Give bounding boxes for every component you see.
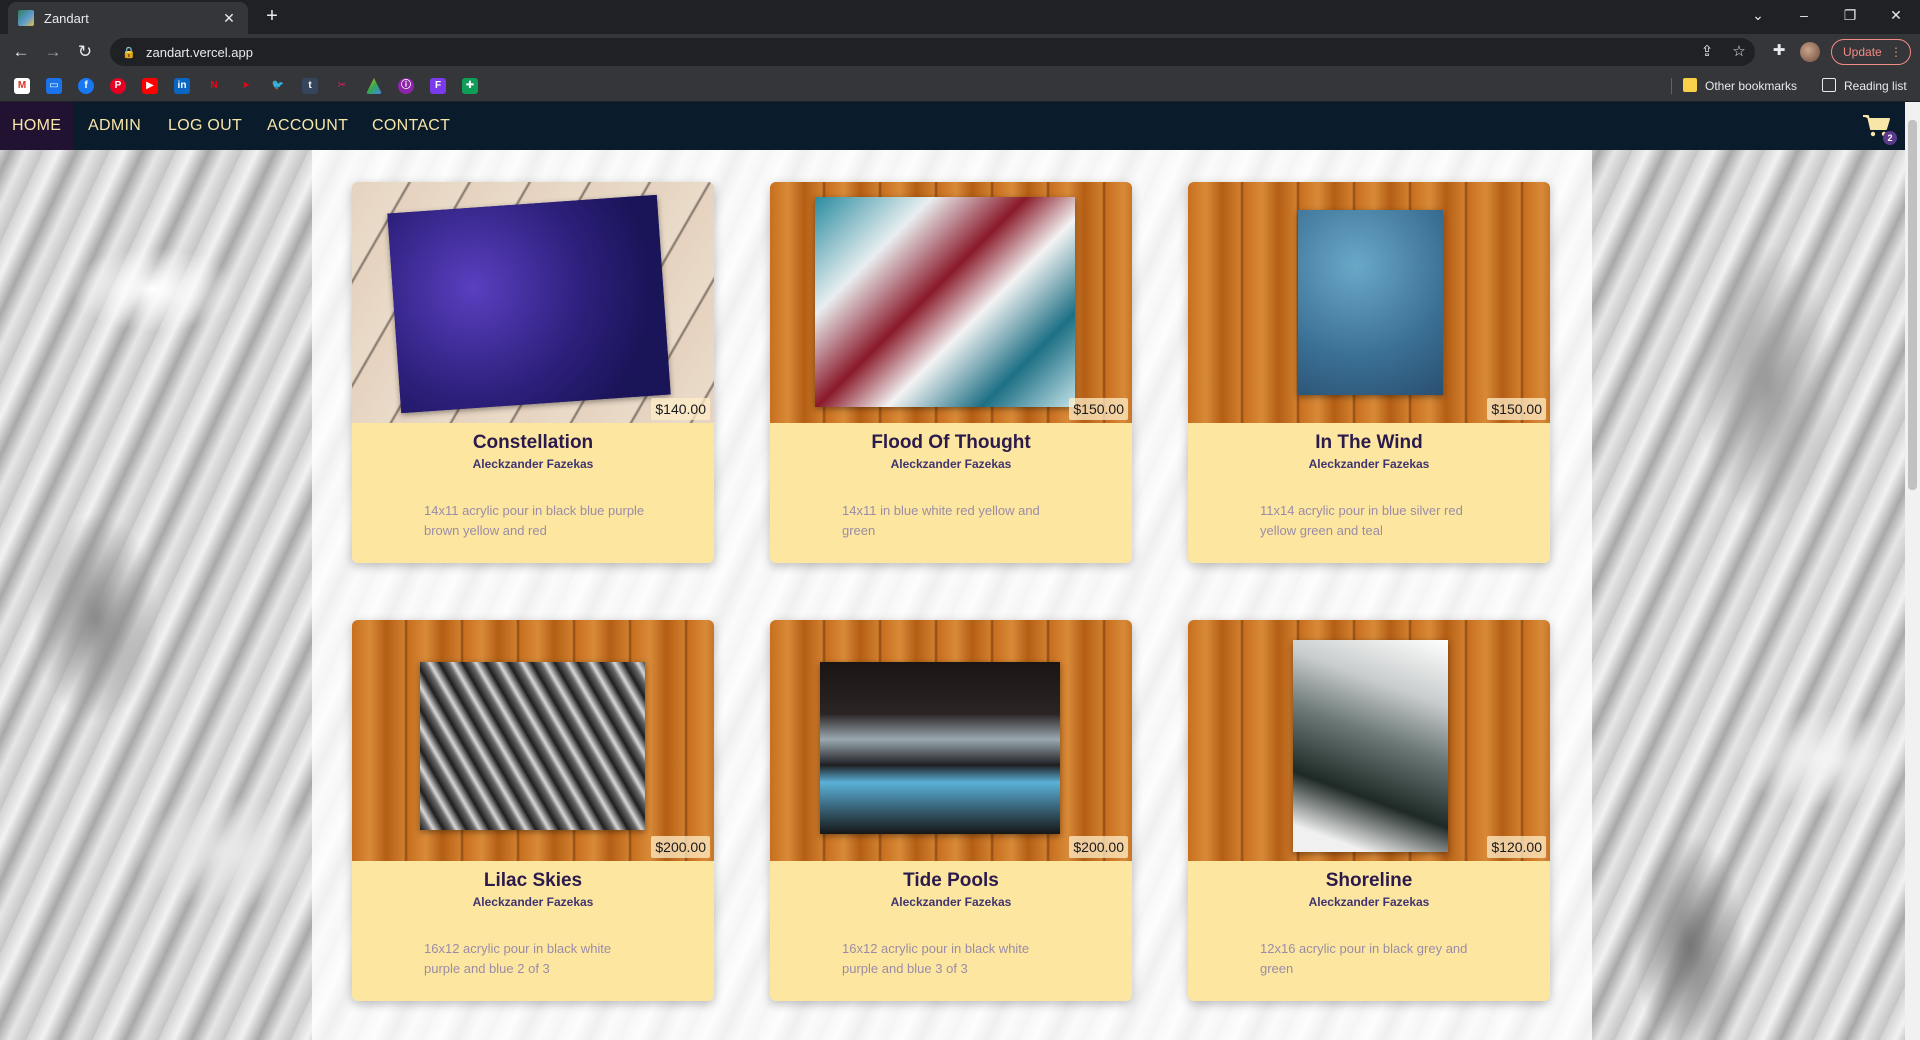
product-image[interactable] [770, 620, 1132, 861]
forward-icon[interactable]: → [42, 41, 64, 63]
product-description: 11x14 acrylic pour in blue silver red ye… [1260, 503, 1463, 538]
tab-title: Zandart [44, 10, 89, 26]
nav-logout-link[interactable]: LOG OUT [168, 102, 242, 150]
price-tag: $150.00 [1069, 398, 1128, 420]
facebook-bookmark-icon[interactable]: f [78, 78, 94, 94]
more-menu-icon[interactable]: ⋮ [1890, 40, 1902, 64]
product-description: 16x12 acrylic pour in black white purple… [424, 941, 612, 976]
product-artist: Aleckzander Fazekas [472, 457, 594, 471]
product-title[interactable]: Shoreline [1188, 870, 1550, 892]
product-card[interactable]: $140.00 Constellation Aleckzander Fazeka… [352, 182, 714, 563]
nav-admin-link[interactable]: ADMIN [88, 102, 141, 150]
window-close-icon[interactable]: ✕ [1873, 4, 1919, 26]
address-bar[interactable]: 🔒 zandart.vercel.app ⇪ ☆ [110, 38, 1755, 66]
product-description: 16x12 acrylic pour in black white purple… [842, 941, 1030, 976]
product-grid: $140.00 Constellation Aleckzander Fazeka… [312, 150, 1592, 1040]
lock-icon: 🔒 [122, 46, 136, 59]
price-tag: $200.00 [651, 836, 710, 858]
product-artist: Aleckzander Fazekas [1308, 895, 1430, 909]
product-card[interactable]: $120.00 Shoreline Aleckzander Fazekas 12… [1188, 620, 1550, 1001]
product-description: 12x16 acrylic pour in black grey and gre… [1260, 941, 1468, 976]
product-artist: Aleckzander Fazekas [890, 895, 1012, 909]
browser-toolbar: ← → ↻ 🔒 zandart.vercel.app ⇪ ☆ ✚ Update … [0, 34, 1920, 70]
minimize-icon[interactable]: – [1781, 4, 1827, 26]
new-tab-button[interactable]: + [260, 5, 284, 28]
update-button[interactable]: Update ⋮ [1831, 39, 1911, 65]
tab-search-icon[interactable]: ⌄ [1735, 4, 1781, 26]
product-image[interactable] [1188, 620, 1550, 861]
url-text: zandart.vercel.app [146, 44, 253, 60]
product-title[interactable]: Constellation [352, 432, 714, 454]
tumblr-bookmark-icon[interactable]: t [302, 78, 318, 94]
cart-count-badge: 2 [1883, 131, 1897, 145]
product-image[interactable] [770, 182, 1132, 423]
price-tag: $150.00 [1487, 398, 1546, 420]
product-artist: Aleckzander Fazekas [890, 457, 1012, 471]
browser-tab-bar: Zandart ✕ + ⌄ – ❐ ✕ [0, 0, 1920, 34]
price-tag: $120.00 [1487, 836, 1546, 858]
product-description: 14x11 acrylic pour in black blue purple … [424, 503, 645, 538]
close-tab-icon[interactable]: ✕ [220, 10, 238, 27]
youtube-bookmark-icon[interactable]: ▶ [142, 78, 158, 94]
bookmarks-bar: M ▭ f P ▶ in N ➤ 🐦 t ✂ ⓘ F ✚ Other bookm… [0, 70, 1920, 102]
profile-avatar[interactable] [1800, 42, 1820, 62]
product-artist: Aleckzander Fazekas [472, 895, 594, 909]
drive-bookmark-icon[interactable] [366, 78, 382, 94]
tools-bookmark-icon[interactable]: ✂ [334, 78, 350, 94]
video-bookmark-icon[interactable]: ➤ [238, 78, 254, 94]
product-artist: Aleckzander Fazekas [1308, 457, 1430, 471]
site-navbar: HOME ADMIN LOG OUT ACCOUNT CONTACT 2 [0, 102, 1920, 150]
pinterest-bookmark-icon[interactable]: P [110, 78, 126, 94]
twitter-bookmark-icon[interactable]: 🐦 [270, 78, 286, 94]
bookmark-star-icon[interactable]: ☆ [1727, 38, 1751, 66]
product-title[interactable]: Flood Of Thought [770, 432, 1132, 454]
purple-circle-bookmark-icon[interactable]: ⓘ [398, 78, 414, 94]
product-title[interactable]: Lilac Skies [352, 870, 714, 892]
product-description: 14x11 in blue white red yellow and green [842, 503, 1040, 538]
share-icon[interactable]: ⇪ [1695, 38, 1719, 66]
messages-bookmark-icon[interactable]: ▭ [46, 78, 62, 94]
product-title[interactable]: In The Wind [1188, 432, 1550, 454]
reading-list-icon [1822, 78, 1836, 92]
product-card[interactable]: $150.00 In The Wind Aleckzander Fazekas … [1188, 182, 1550, 563]
product-card[interactable]: $200.00 Tide Pools Aleckzander Fazekas 1… [770, 620, 1132, 1001]
folder-icon [1683, 78, 1697, 92]
restore-icon[interactable]: ❐ [1827, 4, 1873, 26]
f-letter-bookmark-icon[interactable]: F [430, 78, 446, 94]
price-tag: $200.00 [1069, 836, 1128, 858]
product-card[interactable]: $200.00 Lilac Skies Aleckzander Fazekas … [352, 620, 714, 1001]
gmail-bookmark-icon[interactable]: M [14, 78, 30, 94]
browser-tab[interactable]: Zandart ✕ [8, 2, 248, 34]
nav-home-link[interactable]: HOME [0, 102, 74, 150]
reading-list-link[interactable]: Reading list [1844, 79, 1907, 93]
scrollbar-thumb[interactable] [1908, 120, 1917, 490]
product-image[interactable] [352, 620, 714, 861]
page-viewport: HOME ADMIN LOG OUT ACCOUNT CONTACT 2 $14… [0, 102, 1920, 1040]
price-tag: $140.00 [651, 398, 710, 420]
back-icon[interactable]: ← [10, 41, 32, 63]
netflix-bookmark-icon[interactable]: N [206, 78, 222, 94]
product-card[interactable]: $150.00 Flood Of Thought Aleckzander Faz… [770, 182, 1132, 563]
update-label: Update [1843, 45, 1882, 59]
nav-account-link[interactable]: ACCOUNT [267, 102, 348, 150]
extensions-puzzle-icon[interactable]: ✚ [1768, 41, 1790, 59]
nav-contact-link[interactable]: CONTACT [372, 102, 450, 150]
sheets-bookmark-icon[interactable]: ✚ [462, 78, 478, 94]
product-image[interactable] [1188, 182, 1550, 423]
linkedin-bookmark-icon[interactable]: in [174, 78, 190, 94]
other-bookmarks-link[interactable]: Other bookmarks [1705, 79, 1797, 93]
product-title[interactable]: Tide Pools [770, 870, 1132, 892]
bookmarks-separator [1671, 78, 1672, 94]
reload-icon[interactable]: ↻ [74, 41, 96, 63]
site-favicon-icon [18, 10, 34, 26]
product-image[interactable] [352, 182, 714, 423]
